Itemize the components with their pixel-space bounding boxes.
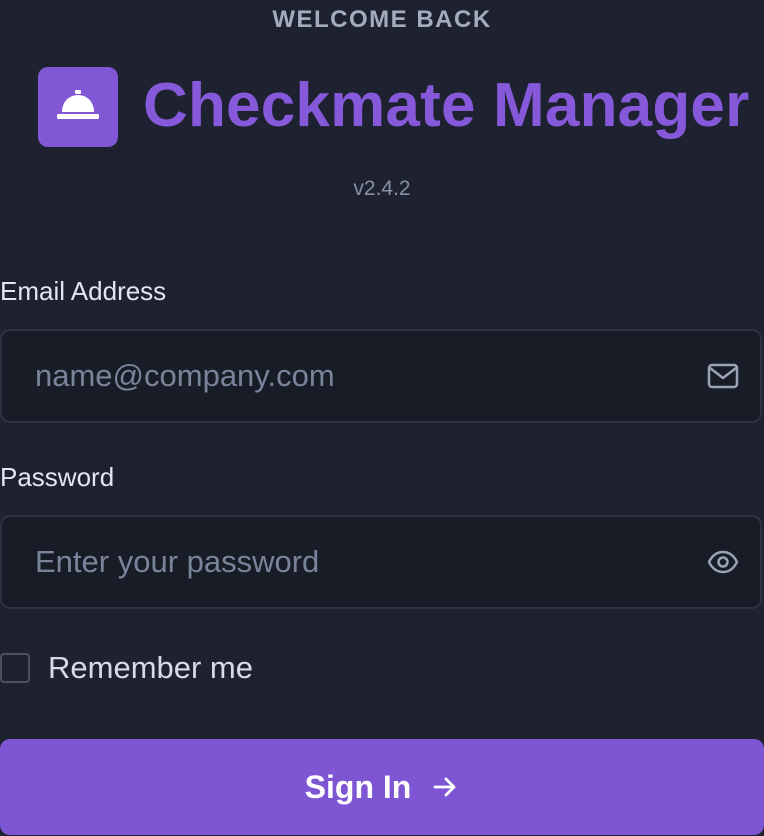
password-field-container [0, 515, 762, 609]
eye-icon[interactable] [706, 545, 740, 579]
email-label: Email Address [0, 276, 167, 306]
password-field[interactable] [2, 517, 706, 607]
service-bell-icon [57, 89, 99, 125]
arrow-right-icon [431, 773, 459, 801]
remember-me-label[interactable]: Remember me [48, 650, 253, 686]
app-logo [38, 67, 118, 147]
welcome-heading: WELCOME BACK [272, 6, 492, 33]
email-field[interactable] [2, 331, 706, 421]
remember-me-row[interactable]: Remember me [0, 650, 253, 686]
remember-me-checkbox[interactable] [0, 653, 30, 683]
app-title: Checkmate Manager [143, 71, 750, 140]
password-label: Password [0, 462, 115, 492]
mail-icon [706, 359, 740, 393]
brand-header: Checkmate Manager [38, 67, 749, 147]
sign-in-button[interactable]: Sign In [0, 739, 764, 835]
version-label: v2.4.2 [353, 177, 411, 200]
email-field-container [0, 329, 762, 423]
sign-in-label: Sign In [304, 768, 412, 805]
